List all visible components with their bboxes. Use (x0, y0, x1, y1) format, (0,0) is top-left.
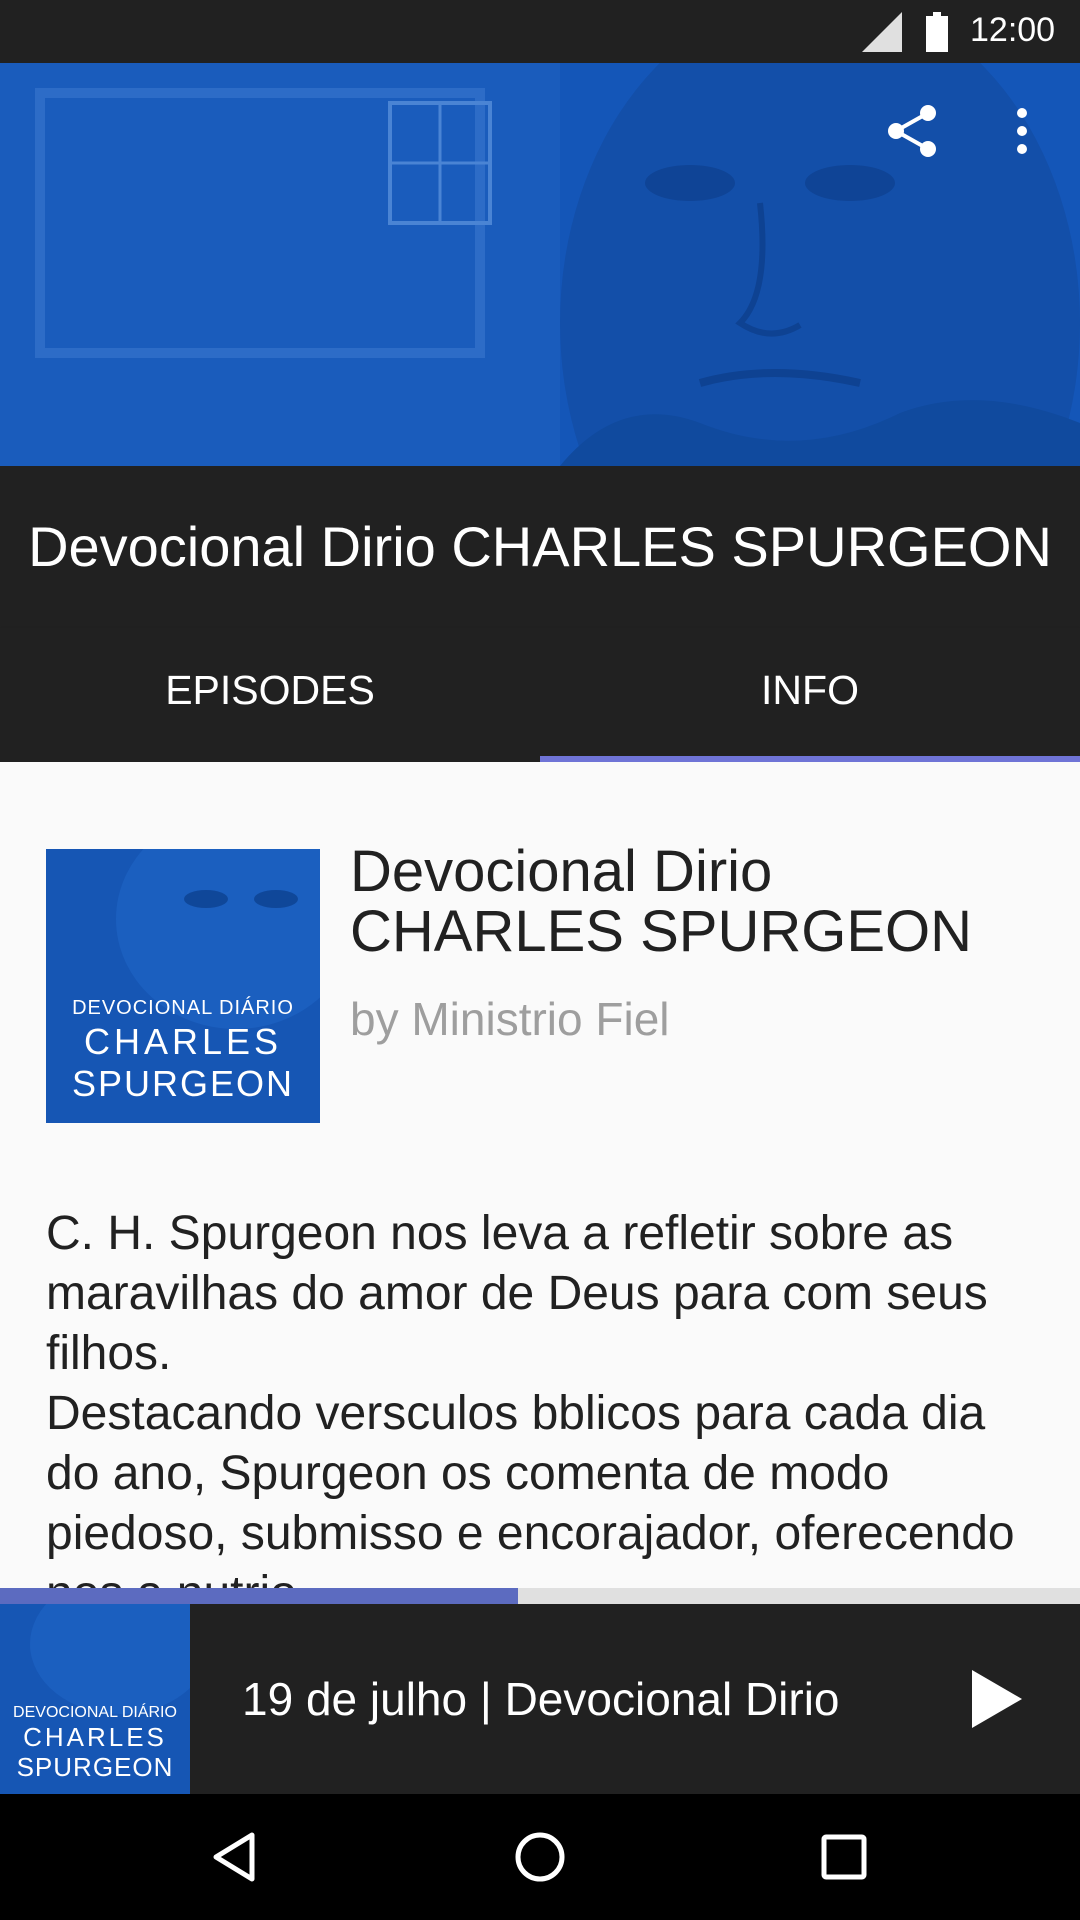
signal-icon (862, 12, 902, 52)
podcast-title-line1: Devocional Dirio (350, 839, 773, 904)
mini-player[interactable]: DEVOCIONAL DIÁRIO CHARLES SPURGEON 19 de… (0, 1604, 1080, 1794)
info-content[interactable]: DEVOCIONAL DIÁRIO CHARLES SPURGEON Devoc… (0, 762, 1080, 1588)
player-cover-line1: DEVOCIONAL DIÁRIO (13, 1704, 177, 1721)
cover-line3: SPURGEON (71, 1063, 295, 1104)
more-vert-icon[interactable] (1000, 103, 1044, 159)
podcast-header: Devocional Dirio CHARLES SPURGEON (0, 466, 1080, 644)
hero-image (0, 63, 1080, 466)
status-time: 12:00 (970, 11, 1056, 49)
home-icon[interactable] (510, 1827, 570, 1887)
description-paragraph-1: C. H. Spurgeon nos leva a refletir sobre… (46, 1207, 988, 1380)
podcast-info-screen: 12:00 Devocional Dirio CHARLES SPURGEON … (0, 0, 1080, 1920)
back-icon[interactable] (206, 1827, 266, 1887)
podcast-header-title: Devocional Dirio CHARLES SPURGEON (28, 515, 1052, 578)
tab-episodes[interactable]: EPISODES (0, 628, 540, 762)
status-bar: 12:00 (0, 0, 1080, 63)
recents-icon[interactable] (814, 1827, 874, 1887)
podcast-description: C. H. Spurgeon nos leva a refletir sobre… (46, 1204, 1046, 1588)
podcast-title-line2: CHARLES SPURGEON (350, 899, 973, 964)
player-cover: DEVOCIONAL DIÁRIO CHARLES SPURGEON (0, 1604, 190, 1794)
podcast-author: by Ministrio Fiel (350, 993, 670, 1045)
player-cover-line2: CHARLES (23, 1722, 167, 1752)
cover-line2: CHARLES (83, 1021, 283, 1062)
navigation-bar (0, 1794, 1080, 1920)
cover-line1: DEVOCIONAL DIÁRIO (72, 997, 294, 1019)
player-cover-line3: SPURGEON (16, 1752, 174, 1782)
description-paragraph-2: Destacando versculos bblicos para cada d… (46, 1387, 1015, 1588)
podcast-cover: DEVOCIONAL DIÁRIO CHARLES SPURGEON (46, 849, 320, 1123)
play-icon[interactable] (966, 1670, 1024, 1728)
player-episode-title[interactable]: 19 de julho | Devocional Dirio (242, 1604, 840, 1794)
podcast-title: Devocional Dirio CHARLES SPURGEON (350, 842, 1050, 962)
playback-progress[interactable] (0, 1588, 1080, 1604)
tab-info[interactable]: INFO (540, 628, 1080, 762)
tab-bar: EPISODES INFO (0, 628, 1080, 762)
playback-progress-fill (0, 1588, 519, 1604)
battery-icon (926, 12, 948, 52)
share-icon[interactable] (884, 103, 940, 159)
